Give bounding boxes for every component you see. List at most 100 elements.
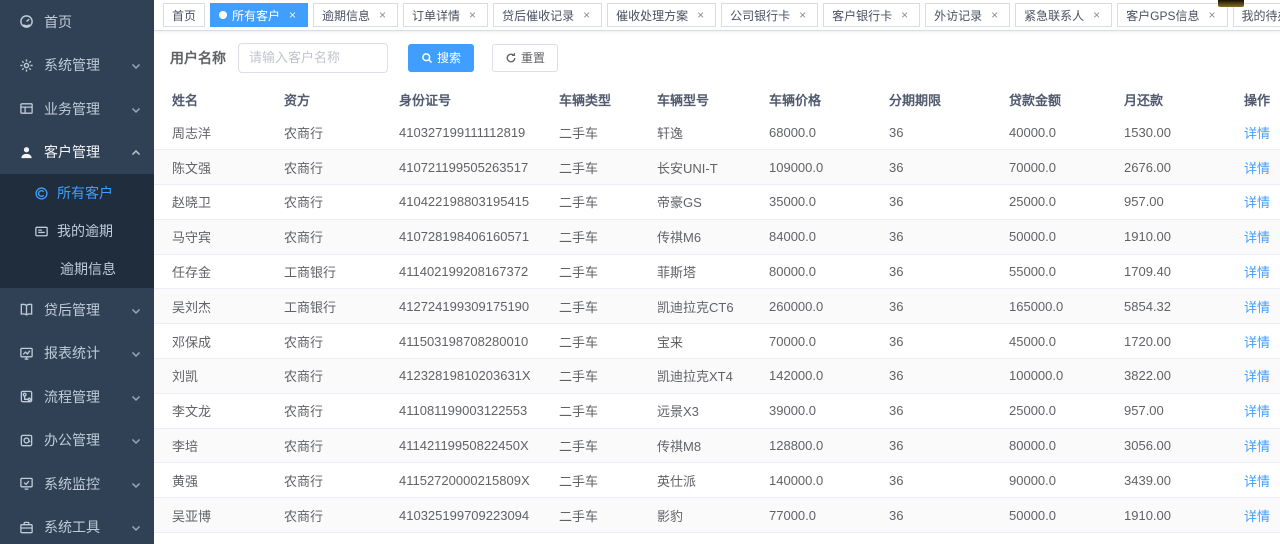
table-cell: 陈文强	[154, 150, 284, 185]
detail-link[interactable]: 详情	[1244, 369, 1270, 384]
flow-icon	[18, 389, 34, 405]
table-cell-action: 详情	[1244, 393, 1280, 428]
search-button[interactable]: 搜索	[408, 44, 474, 72]
tab-close-icon[interactable]: ×	[694, 9, 707, 22]
office-icon	[18, 432, 34, 448]
table-cell-action: 详情	[1244, 359, 1280, 394]
sidebar-item[interactable]: 贷后管理	[0, 288, 154, 332]
detail-link[interactable]: 详情	[1244, 161, 1270, 176]
table-cell: 68000.0	[769, 115, 889, 150]
table-cell: 36	[889, 254, 1009, 289]
tab[interactable]: 订单详情 ×	[403, 3, 488, 27]
sidebar-item[interactable]: 系统管理	[0, 44, 154, 88]
tab-close-icon[interactable]: ×	[376, 9, 389, 22]
detail-link[interactable]: 详情	[1244, 126, 1270, 141]
table-cell-action: 详情	[1244, 219, 1280, 254]
dashboard-icon	[18, 14, 34, 30]
table-cell: 农商行	[284, 115, 399, 150]
detail-link[interactable]: 详情	[1244, 335, 1270, 350]
detail-link[interactable]: 详情	[1244, 439, 1270, 454]
table-cell: 411402199208167372	[399, 254, 559, 289]
table-cell: 411503198708280010	[399, 324, 559, 359]
sidebar-item-label: 系统工具	[44, 517, 130, 537]
tab-label: 外访记录	[934, 7, 982, 24]
table-cell: 2676.00	[1124, 150, 1244, 185]
tab-close-icon[interactable]: ×	[1090, 9, 1103, 22]
detail-link[interactable]: 详情	[1244, 474, 1270, 489]
tab-close-icon[interactable]: ×	[796, 9, 809, 22]
gear-icon	[18, 57, 34, 73]
tab-label: 公司银行卡	[730, 7, 790, 24]
tab-label: 催收处理方案	[616, 7, 688, 24]
table-cell: 35000.0	[769, 185, 889, 220]
tab[interactable]: 紧急联系人 ×	[1015, 3, 1112, 27]
main-content: 首页所有客户×逾期信息×订单详情×贷后催收记录×催收处理方案×公司银行卡×客户银…	[154, 0, 1280, 544]
detail-link[interactable]: 详情	[1244, 195, 1270, 210]
table-cell: 36	[889, 115, 1009, 150]
table-cell: 260000.0	[769, 289, 889, 324]
detail-link[interactable]: 详情	[1244, 300, 1270, 315]
tab[interactable]: 外访记录 ×	[925, 3, 1010, 27]
table-cell: 农商行	[284, 498, 399, 533]
customers-icon	[33, 185, 49, 201]
table-cell: 40000.0	[1009, 115, 1124, 150]
table-cell: 36	[889, 498, 1009, 533]
tab[interactable]: 公司银行卡 ×	[721, 3, 818, 27]
table-cell: 100000.0	[1009, 359, 1124, 394]
table-cell: 36	[889, 185, 1009, 220]
tab[interactable]: 客户GPS信息 ×	[1117, 3, 1227, 27]
tab-close-icon[interactable]: ×	[580, 9, 593, 22]
sidebar-item[interactable]: 报表统计	[0, 332, 154, 376]
sidebar-item[interactable]: 首页	[0, 0, 154, 44]
table-row: 赵晓卫农商行410422198803195415二手车帝豪GS35000.036…	[154, 185, 1280, 220]
table-cell: 农商行	[284, 219, 399, 254]
table-cell: 412724199309175190	[399, 289, 559, 324]
table-cell: 36	[889, 324, 1009, 359]
detail-link[interactable]: 详情	[1244, 509, 1270, 524]
table-cell: 3439.00	[1124, 463, 1244, 498]
table-cell: 吴刘杰	[154, 289, 284, 324]
table-cell: 36	[889, 463, 1009, 498]
detail-link[interactable]: 详情	[1244, 265, 1270, 280]
table-cell-action: 详情	[1244, 324, 1280, 359]
detail-link[interactable]: 详情	[1244, 230, 1270, 245]
sidebar-item[interactable]: 系统监控	[0, 462, 154, 506]
sidebar-item[interactable]: 业务管理	[0, 87, 154, 131]
reset-button[interactable]: 重置	[492, 44, 558, 72]
sidebar-item[interactable]: 流程管理	[0, 375, 154, 419]
tab-label: 紧急联系人	[1024, 7, 1084, 24]
tab-label: 订单详情	[412, 7, 460, 24]
table-cell: 黄强	[154, 463, 284, 498]
table-cell: 41142119950822450X	[399, 428, 559, 463]
table-row: 周志洋农商行410327199111112819二手车轩逸68000.03640…	[154, 115, 1280, 150]
tab[interactable]: 首页	[163, 3, 205, 27]
sidebar-subitem[interactable]: 逾期信息	[0, 250, 154, 288]
sidebar-subitem[interactable]: 所有客户	[0, 174, 154, 212]
tab-close-icon[interactable]: ×	[898, 9, 911, 22]
sidebar-item-label: 业务管理	[44, 99, 130, 119]
table-header-cell: 资方	[284, 84, 399, 115]
table-cell: 农商行	[284, 359, 399, 394]
sidebar-item[interactable]: 客户管理	[0, 131, 154, 175]
sidebar-item[interactable]: 系统工具	[0, 506, 154, 544]
tab-close-icon[interactable]: ×	[466, 9, 479, 22]
table-cell	[399, 533, 559, 544]
table-cell: 农商行	[284, 185, 399, 220]
tab-close-icon[interactable]: ×	[1206, 9, 1219, 22]
table-cell	[559, 533, 657, 544]
table-cell-action: 详情	[1244, 428, 1280, 463]
tab[interactable]: 所有客户×	[210, 3, 308, 27]
tab[interactable]: 逾期信息×	[313, 3, 398, 27]
tab[interactable]: 催收处理方案 ×	[607, 3, 716, 27]
tab-close-icon[interactable]: ×	[286, 9, 299, 22]
tab-label: 客户GPS信息	[1126, 7, 1199, 24]
table-cell: 36	[889, 393, 1009, 428]
table-row-partial	[154, 533, 1280, 544]
customer-name-input[interactable]	[238, 43, 388, 73]
tab-close-icon[interactable]: ×	[988, 9, 1001, 22]
sidebar-item[interactable]: 办公管理	[0, 419, 154, 463]
tab[interactable]: 客户银行卡×	[823, 3, 920, 27]
detail-link[interactable]: 详情	[1244, 404, 1270, 419]
sidebar-subitem[interactable]: 我的逾期	[0, 212, 154, 250]
tab[interactable]: 贷后催收记录×	[493, 3, 602, 27]
